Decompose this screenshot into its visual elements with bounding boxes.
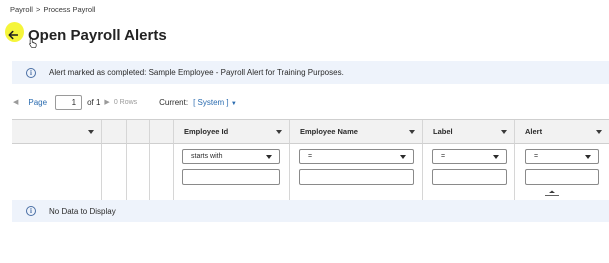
column-menu-header[interactable] xyxy=(12,120,102,144)
filter-operator-value: = xyxy=(534,153,539,160)
column-header-label: Alert xyxy=(525,127,543,136)
breadcrumb-item-payroll[interactable]: Payroll xyxy=(10,5,33,14)
alerts-grid: Employee Id Employee Name Label Alert st… xyxy=(12,119,609,200)
employee-id-filter-input[interactable] xyxy=(182,169,280,185)
employee-name-filter-input[interactable] xyxy=(299,169,414,185)
pager: ◀ Page 1 of 1 ▶ 0 Rows Current: [ System… xyxy=(13,93,237,111)
column-header-blank-1 xyxy=(102,120,127,144)
column-header-employee-name[interactable]: Employee Name xyxy=(290,120,423,144)
dropdown-caret-icon xyxy=(501,129,507,134)
row-count-label: 0 Rows xyxy=(113,98,138,106)
back-button[interactable] xyxy=(5,22,37,49)
chevron-left-icon[interactable]: ◀ xyxy=(13,98,18,106)
column-header-employee-id[interactable]: Employee Id xyxy=(174,120,290,144)
column-divider xyxy=(127,144,150,200)
dropdown-caret-icon xyxy=(409,129,415,134)
alert-filter-operator[interactable]: = xyxy=(525,149,599,164)
empty-state-banner: i No Data to Display xyxy=(12,200,609,222)
column-divider xyxy=(102,144,127,200)
label-filter-operator[interactable]: = xyxy=(432,149,507,164)
info-icon: i xyxy=(26,67,36,78)
column-header-label: Employee Name xyxy=(300,127,358,136)
dropdown-caret-icon xyxy=(585,154,591,159)
column-divider xyxy=(12,144,102,200)
view-selector-label: [ System ] xyxy=(193,97,229,107)
page-title: Open Payroll Alerts xyxy=(28,26,167,44)
info-icon: i xyxy=(26,206,36,216)
page-label: Page xyxy=(28,97,48,107)
empty-state-message: No Data to Display xyxy=(49,206,116,216)
breadcrumb-item-process-payroll[interactable]: Process Payroll xyxy=(43,5,95,14)
page-total-label: of 1 xyxy=(87,97,101,107)
alert-filter-input[interactable] xyxy=(525,169,599,185)
alert-banner: i Alert marked as completed: Sample Empl… xyxy=(12,61,609,84)
column-header-alert[interactable]: Alert xyxy=(515,120,609,144)
back-arrow-icon xyxy=(8,30,19,40)
column-header-label-col[interactable]: Label xyxy=(423,120,515,144)
employee-name-filter-operator[interactable]: = xyxy=(299,149,414,164)
dropdown-caret-icon xyxy=(276,129,282,134)
label-filter-input[interactable] xyxy=(432,169,507,185)
column-divider xyxy=(150,144,174,200)
page-number-input[interactable]: 1 xyxy=(55,94,83,110)
filter-operator-value: = xyxy=(441,153,446,160)
dropdown-caret-icon xyxy=(493,154,499,159)
employee-id-filter-operator[interactable]: starts with xyxy=(182,149,280,164)
cursor-icon xyxy=(29,38,37,49)
alert-message: Alert marked as completed: Sample Employ… xyxy=(49,68,344,77)
view-selector[interactable]: [ System ] ▼ xyxy=(193,98,237,107)
column-header-blank-3 xyxy=(150,120,174,144)
title-row: Open Payroll Alerts xyxy=(5,22,167,49)
breadcrumb-separator: > xyxy=(35,5,41,14)
dropdown-caret-icon xyxy=(400,154,406,159)
chevron-right-icon[interactable]: ▶ xyxy=(104,98,109,106)
column-header-label: Label xyxy=(433,127,453,136)
resize-handle-icon[interactable] xyxy=(545,190,559,196)
column-header-label: Employee Id xyxy=(184,127,229,136)
dropdown-caret-icon xyxy=(266,154,272,159)
filter-operator-value: starts with xyxy=(191,153,223,160)
column-header-blank-2 xyxy=(127,120,150,144)
chevron-down-icon: ▼ xyxy=(230,100,237,107)
breadcrumb: Payroll > Process Payroll xyxy=(10,5,95,14)
current-view-label: Current: xyxy=(159,97,189,107)
filter-operator-value: = xyxy=(308,153,313,160)
dropdown-caret-icon xyxy=(596,129,602,134)
dropdown-caret-icon xyxy=(88,129,94,134)
